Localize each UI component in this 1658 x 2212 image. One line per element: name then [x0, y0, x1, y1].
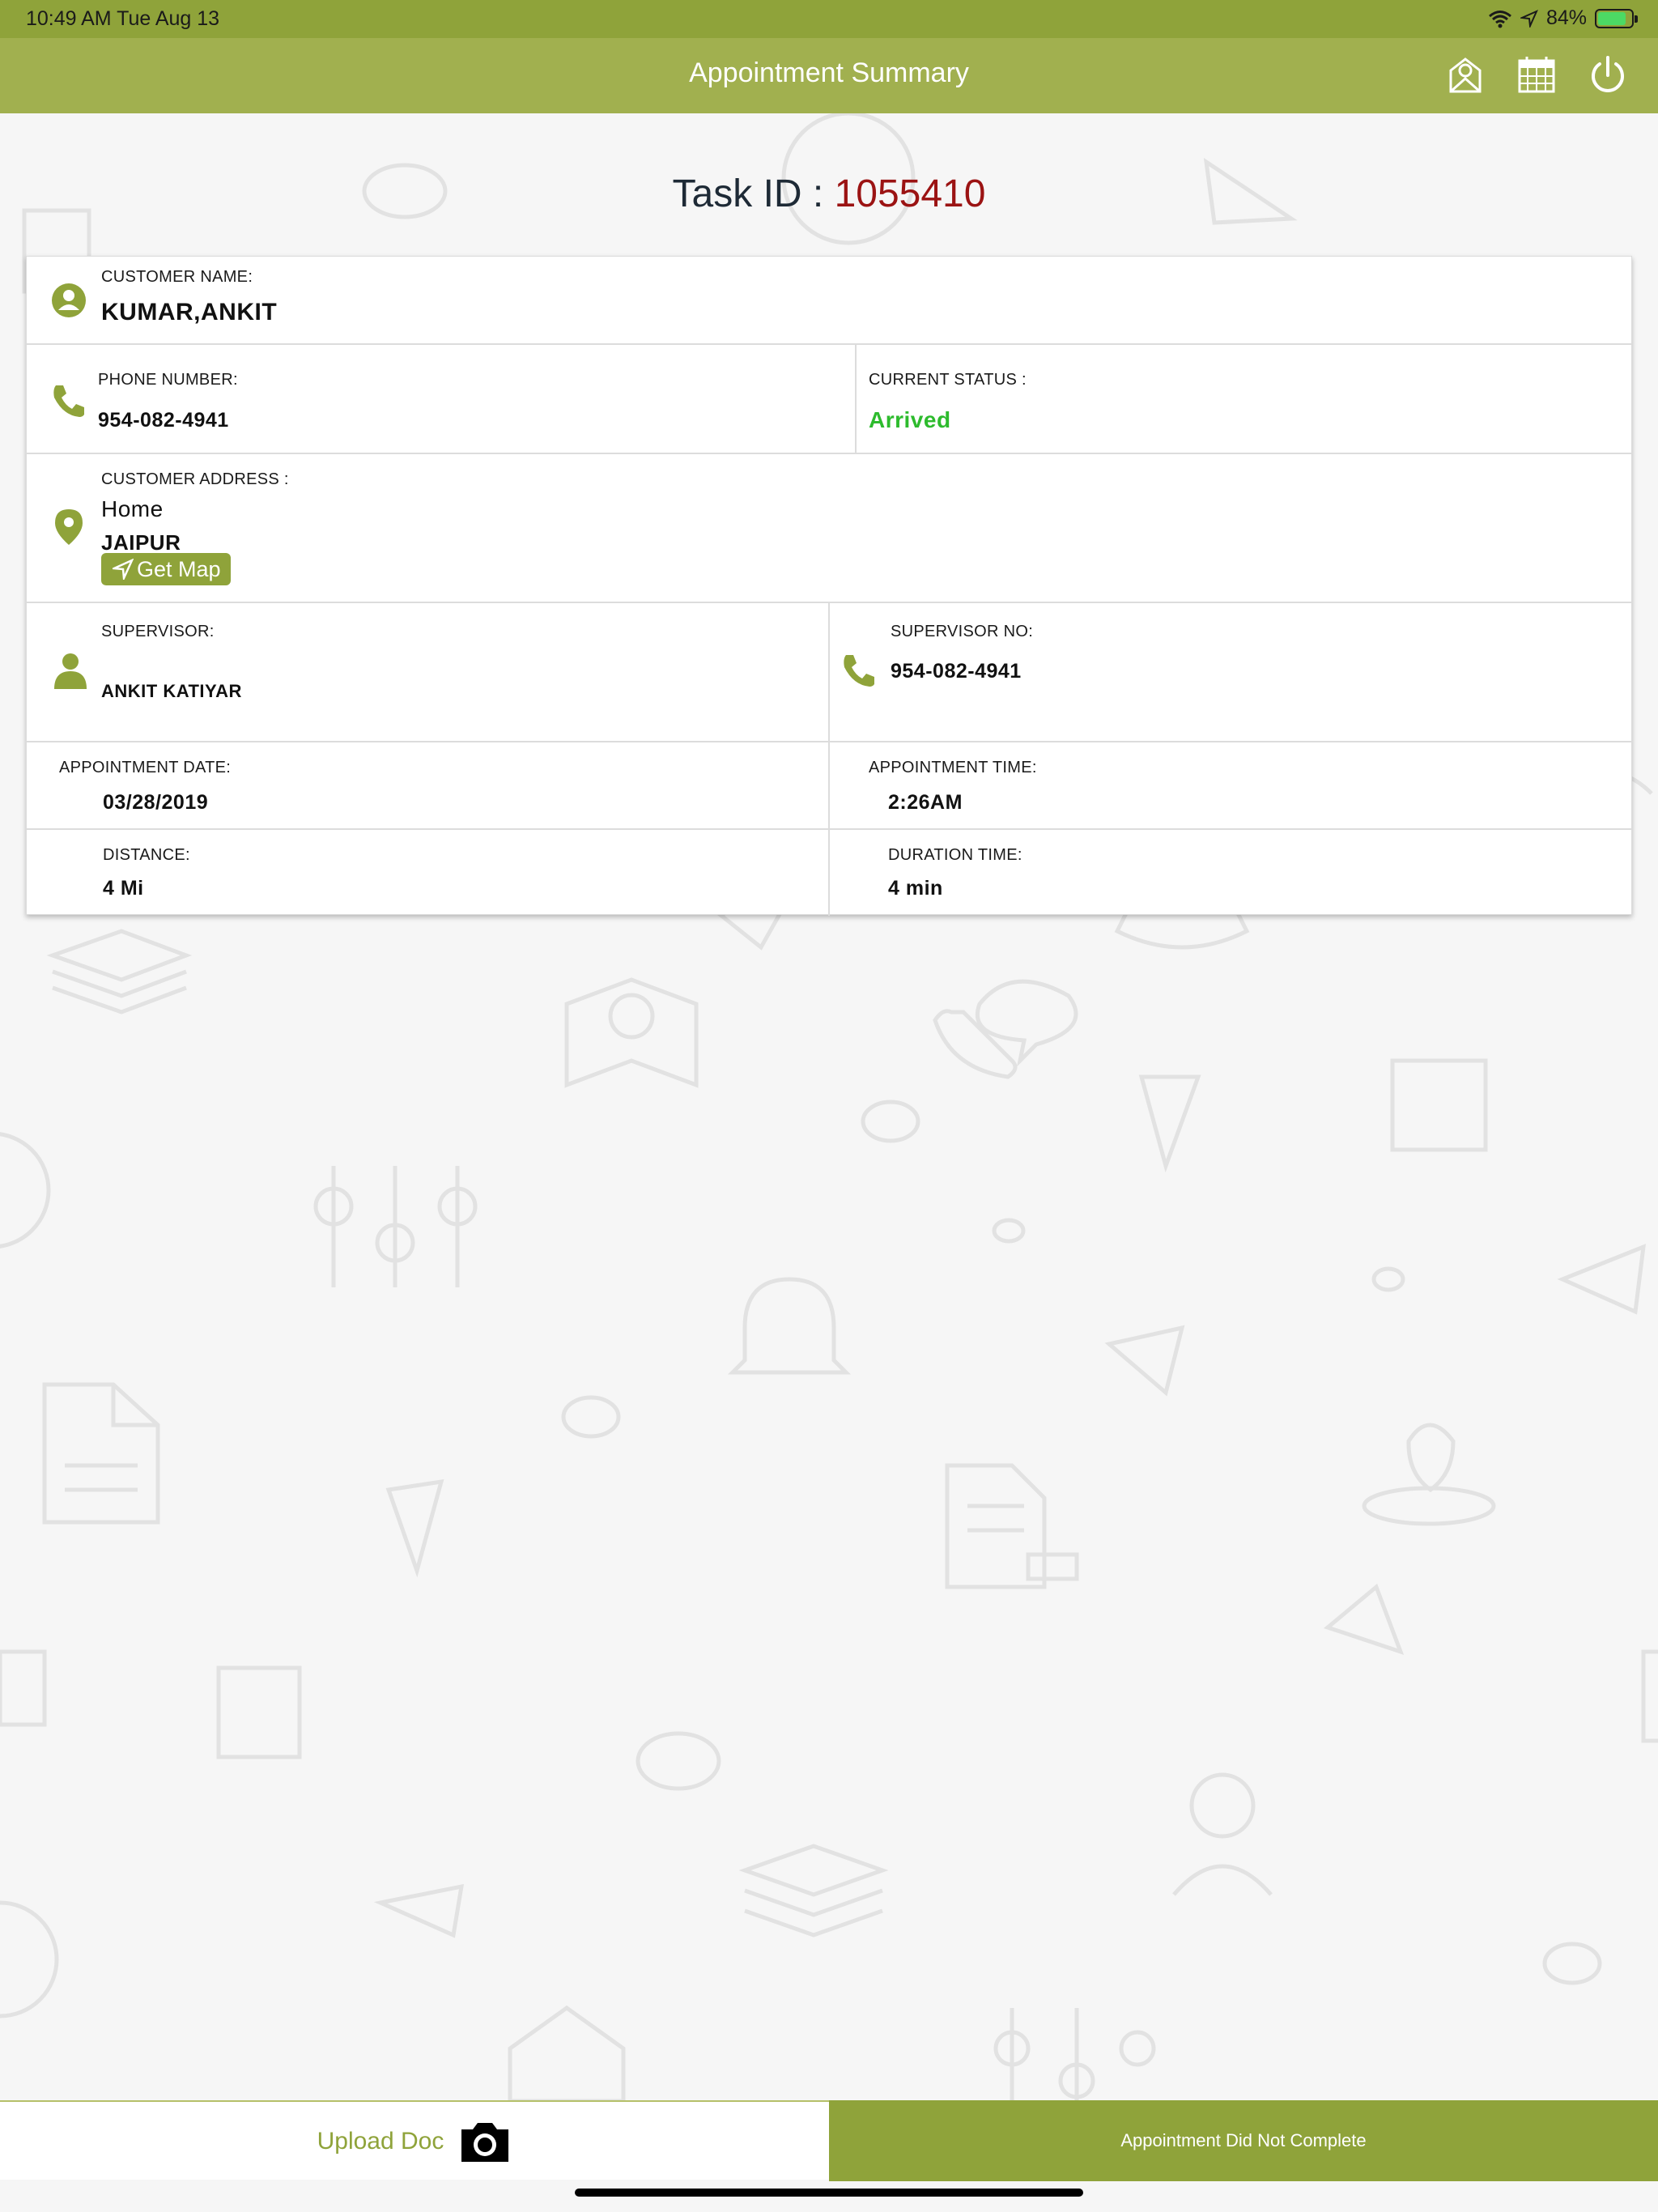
home-indicator: [575, 2189, 1083, 2197]
divider: [828, 830, 830, 916]
get-map-button[interactable]: Get Map: [101, 553, 231, 585]
appointment-row: APPOINTMENT DATE: 03/28/2019 APPOINTMENT…: [27, 742, 1631, 830]
battery-fill: [1598, 11, 1626, 25]
appointment-date-value: 03/28/2019: [103, 791, 209, 814]
task-id-value: 1055410: [834, 172, 986, 215]
task-id-heading: Task ID : 1055410: [0, 172, 1658, 216]
phone-number-value[interactable]: 954-082-4941: [98, 409, 229, 432]
calendar-icon[interactable]: [1514, 53, 1559, 98]
power-icon[interactable]: [1585, 53, 1630, 98]
phone-status-row: PHONE NUMBER: 954-082-4941 CURRENT STATU…: [27, 345, 1631, 454]
distance-value: 4 Mi: [103, 877, 144, 900]
appointment-time-value: 2:26AM: [888, 791, 963, 814]
navigation-arrow-icon: [113, 559, 134, 580]
appointment-card: CUSTOMER NAME: KUMAR,ANKIT PHONE NUMBER:…: [26, 256, 1632, 916]
supervisor-phone-icon[interactable]: [840, 650, 875, 689]
appointment-time-label: APPOINTMENT TIME:: [869, 759, 1037, 776]
customer-name-row: CUSTOMER NAME: KUMAR,ANKIT: [27, 257, 1631, 345]
upload-doc-label: Upload Doc: [317, 2128, 444, 2155]
status-right: 84%: [1488, 6, 1638, 30]
user-circle-icon: [52, 283, 86, 317]
current-status-label: CURRENT STATUS :: [869, 371, 1027, 389]
location-arrow-icon: [1520, 9, 1538, 28]
distance-label: DISTANCE:: [103, 846, 190, 864]
address-line1: Home: [101, 496, 164, 521]
battery-icon: [1595, 8, 1638, 28]
customer-name-label: CUSTOMER NAME:: [101, 268, 253, 286]
address-city: JAIPUR: [101, 530, 181, 555]
task-id-label: Task ID :: [672, 172, 824, 215]
customer-address-label: CUSTOMER ADDRESS :: [101, 470, 289, 488]
divider: [828, 742, 830, 828]
supervisor-label: SUPERVISOR:: [101, 623, 215, 640]
divider: [855, 345, 857, 453]
phone-icon[interactable]: [49, 382, 85, 418]
supervisor-row: SUPERVISOR: ANKIT KATIYAR SUPERVISOR NO:…: [27, 603, 1631, 742]
phone-number-label: PHONE NUMBER:: [98, 371, 238, 389]
location-pin-icon: [55, 509, 83, 545]
divider: [828, 603, 830, 741]
get-map-label: Get Map: [137, 556, 221, 581]
address-row: CUSTOMER ADDRESS : Home JAIPUR Get Map: [27, 454, 1631, 603]
supervisor-no-label: SUPERVISOR NO:: [891, 623, 1034, 640]
duration-label: DURATION TIME:: [888, 846, 1022, 864]
wifi-icon: [1488, 10, 1511, 28]
battery-percent: 84%: [1545, 6, 1587, 29]
customer-name-value: KUMAR,ANKIT: [101, 299, 278, 325]
person-icon: [54, 653, 87, 689]
trip-row: DISTANCE: 4 Mi DURATION TIME: 4 min: [27, 830, 1631, 916]
bottom-action-bar: Upload Doc Appointment Did Not Complete: [0, 2100, 1658, 2181]
appointment-not-complete-button[interactable]: Appointment Did Not Complete: [829, 2100, 1658, 2181]
supervisor-name: ANKIT KATIYAR: [101, 681, 242, 701]
current-status-value: Arrived: [869, 407, 951, 432]
status-bar: 10:49 AM Tue Aug 13 84%: [0, 0, 1658, 38]
nav-bar: Appointment Summary: [0, 38, 1658, 113]
camera-icon: [461, 2123, 509, 2162]
mail-badge-icon[interactable]: [1443, 53, 1488, 98]
appointment-date-label: APPOINTMENT DATE:: [59, 759, 232, 776]
upload-doc-button[interactable]: Upload Doc: [0, 2102, 829, 2181]
page-title: Appointment Summary: [689, 57, 969, 88]
duration-value: 4 min: [888, 877, 943, 900]
status-time: 10:49 AM Tue Aug 13: [26, 7, 220, 30]
supervisor-no-value[interactable]: 954-082-4941: [891, 660, 1022, 683]
